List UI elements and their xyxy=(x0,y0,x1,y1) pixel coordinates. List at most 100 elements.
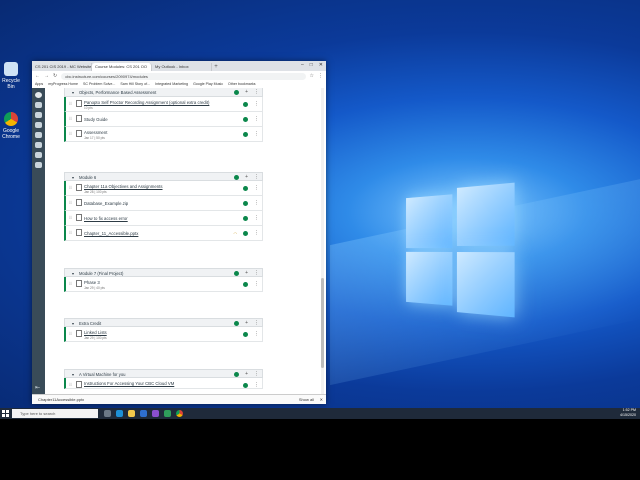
item-title[interactable]: Database_Example.zip xyxy=(84,201,128,206)
show-all-link[interactable]: Show all xyxy=(299,395,314,404)
courses-icon[interactable] xyxy=(35,122,42,128)
module-item[interactable]: ⠿ Chapter_11_Accessible.pptx ◠ ⋮ xyxy=(64,226,263,241)
history-icon[interactable] xyxy=(35,152,42,158)
help-icon[interactable] xyxy=(35,162,42,168)
calendar-icon[interactable] xyxy=(35,132,42,138)
scrollbar-thumb[interactable] xyxy=(321,278,324,368)
more-options-icon[interactable]: ⋮ xyxy=(254,185,259,191)
drag-handle-icon[interactable]: ⠿ xyxy=(69,200,72,205)
item-title[interactable]: Study Guide xyxy=(84,117,108,122)
published-check-icon[interactable] xyxy=(243,117,248,122)
module-header[interactable]: ▾ A Virtual Machine for you + ⋮ xyxy=(64,369,263,378)
more-options-icon[interactable]: ⋮ xyxy=(254,200,259,206)
bookmark-item[interactable]: SC Problem Solve... xyxy=(83,81,115,88)
reload-icon[interactable]: ↻ xyxy=(53,73,57,79)
published-check-icon[interactable] xyxy=(243,282,248,287)
bookmark-item[interactable]: Apps xyxy=(35,81,43,88)
published-check-icon[interactable] xyxy=(234,175,239,180)
store-icon[interactable] xyxy=(140,410,147,417)
more-options-icon[interactable]: ⋮ xyxy=(254,101,259,107)
drag-handle-icon[interactable]: ⠿ xyxy=(69,131,72,136)
add-item-icon[interactable]: + xyxy=(245,88,248,97)
published-check-icon[interactable] xyxy=(234,372,239,377)
dashboard-icon[interactable] xyxy=(35,112,42,118)
item-title[interactable]: Panopto Self Proctor Recording Assignmen… xyxy=(84,100,209,105)
inbox-icon[interactable] xyxy=(35,142,42,148)
published-check-icon[interactable] xyxy=(243,231,248,236)
url-bar[interactable]: cbc.instructure.com/courses/2090974/modu… xyxy=(61,73,305,80)
item-title[interactable]: Chapter 11a Objectives and Assignments xyxy=(84,184,163,189)
published-check-icon[interactable] xyxy=(234,321,239,326)
close-icon[interactable]: ✕ xyxy=(319,62,323,68)
published-check-icon[interactable] xyxy=(243,186,248,191)
module-item[interactable]: ⠿ Database_Example.zip ⋮ xyxy=(64,196,263,211)
item-title[interactable]: Instructions For Accessing Your CBC Clou… xyxy=(84,381,174,386)
module-header[interactable]: ▾ Objects, Performance Based Assessment … xyxy=(64,88,263,97)
more-options-icon[interactable]: ⋮ xyxy=(254,131,259,137)
drag-handle-icon[interactable]: ⠿ xyxy=(69,331,72,336)
bookmark-item[interactable]: Other bookmarks xyxy=(228,81,256,88)
bookmark-item[interactable]: Sam Hill Story of... xyxy=(120,81,150,88)
collapse-nav-icon[interactable]: ⇤ xyxy=(35,384,40,391)
bookmark-item[interactable]: Integrated Marketing xyxy=(155,81,188,88)
star-icon[interactable]: ☆ xyxy=(310,73,314,79)
published-check-icon[interactable] xyxy=(243,132,248,137)
drag-handle-icon[interactable]: ⠿ xyxy=(69,230,72,235)
more-options-icon[interactable]: ⋮ xyxy=(254,116,259,122)
tab-3[interactable]: My Outlook - Inbox xyxy=(152,63,212,71)
published-check-icon[interactable] xyxy=(243,332,248,337)
file-explorer-icon[interactable] xyxy=(128,410,135,417)
item-title[interactable]: Linked Lists xyxy=(84,330,107,335)
start-button[interactable] xyxy=(2,410,9,417)
maximize-icon[interactable]: □ xyxy=(310,62,313,68)
published-check-icon[interactable] xyxy=(243,201,248,206)
tab-1[interactable]: CS 201 CIS 2019 - MC Website xyxy=(32,63,92,71)
drag-handle-icon[interactable]: ⠿ xyxy=(69,101,72,106)
new-tab-button[interactable]: + xyxy=(212,63,220,71)
account-icon[interactable] xyxy=(35,102,42,108)
published-check-icon[interactable] xyxy=(243,216,248,221)
task-view-icon[interactable] xyxy=(104,410,111,417)
module-item[interactable]: ⠿ Panopto Self Proctor Recording Assignme… xyxy=(64,97,263,112)
tab-2-active[interactable]: Course Modules: CS 201 OO xyxy=(92,63,152,71)
module-item[interactable]: ⠿ Linked Lists Jan 29 | 100 pts ⋮ xyxy=(64,327,263,342)
system-tray-clock[interactable]: 1:52 PM 4/15/2020 xyxy=(620,408,636,418)
module-item[interactable]: ⠿ Study Guide ⋮ xyxy=(64,112,263,127)
caret-down-icon[interactable]: ▾ xyxy=(72,88,74,97)
more-options-icon[interactable]: ⋮ xyxy=(254,281,259,287)
chrome-desktop-icon[interactable]: Google Chrome xyxy=(0,112,22,140)
minimize-icon[interactable]: – xyxy=(301,62,304,68)
menu-icon[interactable]: ⋮ xyxy=(318,73,323,79)
bookmark-item[interactable]: myProgress Home xyxy=(48,81,78,88)
module-item[interactable]: ⠿ Instructions For Accessing Your CBC Clo… xyxy=(64,378,263,389)
item-title[interactable]: Phase 3 xyxy=(84,280,100,285)
more-options-icon[interactable]: ⋮ xyxy=(254,382,259,388)
more-options-icon[interactable]: ⋮ xyxy=(254,230,259,236)
module-header[interactable]: ▾ Module 7 (Final Project) + ⋮ xyxy=(64,268,263,277)
more-options-icon[interactable]: ⋮ xyxy=(254,88,259,97)
edge-icon[interactable] xyxy=(116,410,123,417)
module-item[interactable]: ⠿ Assessment Jan 17 | 50 pts ⋮ xyxy=(64,127,263,142)
drag-handle-icon[interactable]: ⠿ xyxy=(69,185,72,190)
module-item[interactable]: ⠿ Phase 3 Jan 29 | 40 pts ⋮ xyxy=(64,277,263,292)
module-item[interactable]: ⠿ Chapter 11a Objectives and Assignments J… xyxy=(64,181,263,196)
module-header[interactable]: ▾ Extra Credit + ⋮ xyxy=(64,318,263,327)
module-item[interactable]: ⠿ How to fix access error ⋮ xyxy=(64,211,263,226)
forward-icon[interactable]: → xyxy=(44,73,49,79)
recycle-bin-desktop-icon[interactable]: Recycle Bin xyxy=(0,62,22,90)
item-title[interactable]: Chapter_11_Accessible.pptx xyxy=(84,231,138,236)
item-title[interactable]: How to fix access error xyxy=(84,216,128,221)
published-check-icon[interactable] xyxy=(243,383,248,388)
visual-studio-icon[interactable] xyxy=(152,410,159,417)
bookmark-item[interactable]: Google Play Music xyxy=(193,81,223,88)
scrollbar[interactable] xyxy=(321,88,324,395)
close-download-bar-icon[interactable]: ✕ xyxy=(320,395,323,404)
drag-handle-icon[interactable]: ⠿ xyxy=(69,382,72,387)
logo-icon[interactable] xyxy=(35,92,42,98)
drag-handle-icon[interactable]: ⠿ xyxy=(69,281,72,286)
published-check-icon[interactable] xyxy=(234,90,239,95)
taskbar-search-box[interactable]: Type here to search xyxy=(12,409,98,418)
download-item[interactable]: Chapter11Accessible.pptx xyxy=(38,395,84,404)
drag-handle-icon[interactable]: ⠿ xyxy=(69,215,72,220)
published-check-icon[interactable] xyxy=(234,271,239,276)
